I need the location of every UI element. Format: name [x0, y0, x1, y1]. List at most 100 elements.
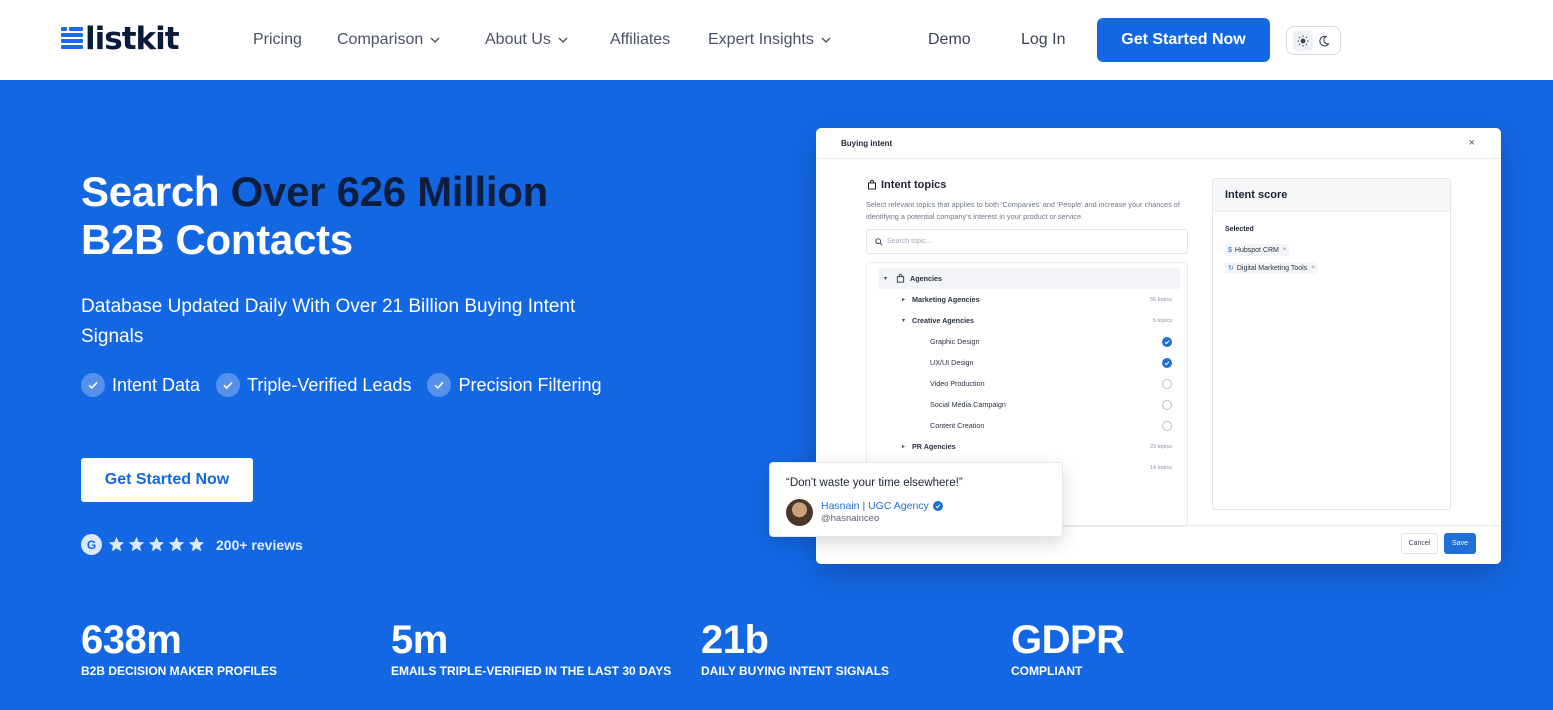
- selected-label: Selected: [1225, 226, 1254, 233]
- nav-comparison[interactable]: Comparison: [337, 30, 441, 50]
- chevron-down-icon: [430, 37, 440, 43]
- feature-check-label: Triple-Verified Leads: [247, 374, 412, 395]
- remove-chip-icon[interactable]: ×: [1283, 247, 1287, 253]
- topic-count: 5 topics: [1153, 317, 1172, 324]
- unchecked-radio-icon[interactable]: [1162, 420, 1172, 431]
- author-handle: @hasnainceo: [821, 513, 880, 524]
- nav-demo-link[interactable]: Demo: [928, 30, 971, 50]
- star-icon: [128, 536, 145, 552]
- logo-mark-icon: [61, 26, 83, 52]
- nav-about-us[interactable]: About Us: [485, 30, 569, 50]
- nav-comparison-label: Comparison: [337, 31, 424, 48]
- unchecked-radio-icon[interactable]: [1162, 378, 1172, 389]
- star-icon: [168, 536, 185, 552]
- tree-leaf-video-production[interactable]: Video Production: [867, 373, 1180, 394]
- check-circle-icon: [427, 373, 452, 397]
- tree-node-label: Creative Agencies: [912, 316, 975, 325]
- nav-affiliates[interactable]: Affiliates: [610, 30, 670, 50]
- caret-down-icon: ▾: [902, 318, 906, 324]
- caret-right-icon: ▸: [902, 297, 906, 303]
- unchecked-radio-icon[interactable]: [1162, 399, 1172, 410]
- topic-search-input[interactable]: Search topic...: [866, 229, 1188, 254]
- tree-leaf-label: Graphic Design: [930, 337, 980, 346]
- tree-node-marketing-agencies[interactable]: ▸ Marketing Agencies 56 topics: [867, 289, 1180, 310]
- stat-label: COMPLIANT: [1011, 664, 1083, 678]
- nav-expert-insights[interactable]: Expert Insights: [708, 30, 832, 50]
- intent-topics-label: Intent topics: [881, 179, 947, 191]
- mockup-header: Buying intent ×: [816, 128, 1501, 159]
- refresh-icon: ↻: [1228, 265, 1234, 272]
- mockup-title: Buying intent: [841, 139, 893, 148]
- feature-check-label: Precision Filtering: [458, 374, 602, 395]
- remove-chip-icon[interactable]: ×: [1311, 265, 1315, 271]
- feature-check-item: Triple-Verified Leads: [216, 373, 411, 397]
- tree-node-creative-agencies[interactable]: ▾ Creative Agencies 5 topics: [867, 310, 1180, 331]
- cancel-button[interactable]: Cancel: [1401, 533, 1438, 554]
- hero-title-light: Search: [81, 168, 231, 215]
- tree-node-pr-agencies[interactable]: ▸ PR Agencies 23 topics: [867, 436, 1180, 457]
- hero-subtitle: Database Updated Daily With Over 21 Bill…: [81, 296, 576, 347]
- stat-intent-signals: 21b DAILY BUYING INTENT SIGNALS: [701, 617, 889, 679]
- tree-leaf-social-media-campaign[interactable]: Social Media Campaign: [867, 394, 1180, 415]
- feature-checks: Intent Data Triple-Verified Leads Precis…: [81, 373, 618, 397]
- check-circle-icon: [216, 373, 241, 397]
- intent-score-panel: Intent score Selected $ Hubspot CRM × ↻ …: [1212, 178, 1451, 510]
- chevron-down-icon: [821, 37, 831, 43]
- tree-node-agencies[interactable]: ▾ Agencies: [878, 268, 1180, 289]
- checked-radio-icon[interactable]: [1162, 357, 1172, 368]
- sun-icon[interactable]: [1292, 30, 1313, 51]
- tree-leaf-label: Content Creation: [930, 421, 985, 430]
- moon-icon[interactable]: [1314, 31, 1334, 51]
- intent-topics-heading: Intent topics: [867, 179, 946, 191]
- save-button[interactable]: Save: [1444, 533, 1476, 554]
- reviews-row[interactable]: G 200+ reviews: [81, 534, 303, 555]
- chevron-down-icon: [558, 37, 568, 43]
- stat-label: B2B DECISION MAKER PROFILES: [81, 664, 278, 678]
- hubspot-icon: $: [1228, 246, 1232, 254]
- hero-title: Search Over 626 Million B2B Contacts: [81, 168, 701, 264]
- shopping-bag-icon: [868, 180, 876, 190]
- selected-chip-digital-marketing[interactable]: ↻ Digital Marketing Tools ×: [1225, 262, 1318, 274]
- stat-label: EMAILS TRIPLE-VERIFIED IN THE LAST 30 DA…: [391, 664, 672, 678]
- testimonial-quote: “Don't waste your time elsewhere!”: [786, 477, 963, 489]
- testimonial-card: “Don't waste your time elsewhere!” Hasna…: [769, 462, 1063, 537]
- star-icon: [148, 536, 165, 552]
- nav-pricing[interactable]: Pricing: [253, 30, 302, 50]
- check-circle-icon: [81, 373, 105, 397]
- testimonial-author[interactable]: Hasnain | UGC Agency: [821, 500, 943, 512]
- selected-chip-hubspot[interactable]: $ Hubspot CRM ×: [1225, 244, 1290, 256]
- author-name: Hasnain | UGC Agency: [821, 500, 929, 512]
- chip-label: Hubspot CRM: [1234, 246, 1279, 254]
- nav-login-link[interactable]: Log In: [1021, 30, 1065, 50]
- caret-down-icon: ▾: [884, 276, 888, 282]
- search-placeholder: Search topic...: [887, 238, 932, 245]
- hero-get-started-button[interactable]: Get Started Now: [81, 458, 253, 502]
- verified-badge-icon: [932, 501, 943, 511]
- checked-radio-icon[interactable]: [1162, 336, 1172, 347]
- shopping-bag-icon: [896, 274, 905, 283]
- tree-node-label: Marketing Agencies: [912, 295, 980, 304]
- g2-logo-icon: G: [81, 534, 102, 555]
- nav-get-started-button[interactable]: Get Started Now: [1097, 18, 1270, 62]
- feature-check-label: Intent Data: [112, 374, 201, 395]
- tree-leaf-uxui-design[interactable]: UX/UI Design: [867, 352, 1180, 373]
- close-icon[interactable]: ×: [1469, 138, 1475, 149]
- topic-count: 23 topics: [1149, 443, 1172, 450]
- tree-leaf-graphic-design[interactable]: Graphic Design: [867, 331, 1180, 352]
- tree-leaf-content-creation[interactable]: Content Creation: [867, 415, 1180, 436]
- nav-about-us-label: About Us: [485, 31, 551, 48]
- hero-title-line2: B2B Contacts: [81, 216, 353, 263]
- tree-node-label: Agencies: [910, 274, 942, 283]
- nav-pricing-label: Pricing: [253, 31, 302, 48]
- stat-value: GDPR: [1011, 618, 1125, 662]
- theme-toggle[interactable]: [1286, 26, 1341, 55]
- listkit-logo[interactable]: listkit: [61, 22, 180, 56]
- stat-value: 21b: [701, 618, 769, 662]
- feature-check-item: Precision Filtering: [427, 373, 602, 397]
- stat-emails: 5m EMAILS TRIPLE-VERIFIED IN THE LAST 30…: [391, 617, 671, 679]
- stat-label: DAILY BUYING INTENT SIGNALS: [701, 664, 890, 678]
- tree-leaf-label: UX/UI Design: [930, 358, 974, 367]
- reviews-count: 200+ reviews: [216, 536, 303, 553]
- nav-expert-insights-label: Expert Insights: [708, 31, 814, 48]
- topic-count: 14 topics: [1149, 464, 1172, 471]
